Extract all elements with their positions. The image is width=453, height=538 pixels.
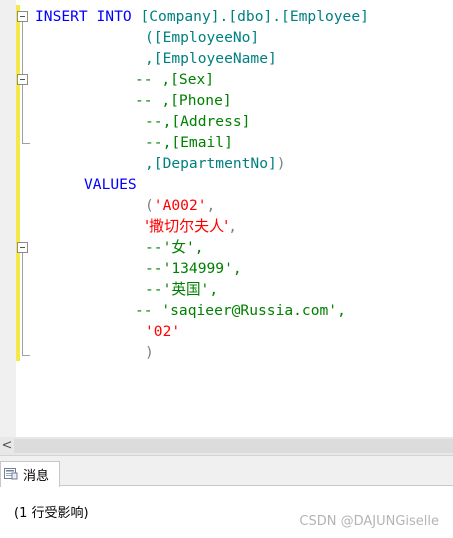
code-line-comment-address: --,[Address] — [145, 113, 251, 130]
code-line-comment-email: --,[Email] — [145, 134, 233, 151]
code-line-comment-phone-value: --'134999', — [145, 260, 242, 277]
code-line-departmentno: ,[DepartmentNo]) — [145, 155, 286, 172]
code-line-value-departmentno: '02' — [145, 323, 181, 340]
code-line-values: VALUES — [84, 176, 137, 193]
editor-gutter — [0, 0, 16, 438]
outline-line — [22, 253, 23, 355]
collapse-toggle-icon[interactable] — [17, 74, 28, 85]
watermark: CSDN @DAJUNGiselle — [299, 514, 439, 529]
messages-icon — [4, 468, 18, 480]
results-tabstrip: 消息 — [0, 456, 453, 487]
tab-messages[interactable]: 消息 — [0, 461, 60, 487]
collapse-toggle-icon[interactable] — [17, 242, 28, 253]
outline-end-marker — [22, 143, 30, 144]
code-line-comment-sex: -- ,[Sex] — [135, 71, 215, 88]
scroll-left-arrow-icon[interactable]: < — [0, 437, 14, 455]
code-line-employeeno: ([EmployeeNo] — [145, 29, 260, 46]
code-line-comment-phone: -- ,[Phone] — [135, 92, 232, 109]
rows-affected-message: (1 行受影响) — [14, 506, 89, 521]
tab-messages-label: 消息 — [23, 469, 50, 484]
outline-end-marker — [22, 355, 30, 356]
outline-line — [22, 22, 23, 74]
collapse-toggle-icon[interactable] — [17, 11, 28, 22]
query-editor[interactable]: INSERT INTO [Company].[dbo].[Employee] (… — [0, 0, 453, 438]
outline-line — [22, 85, 23, 143]
code-line-insert: INSERT INTO [Company].[dbo].[Employee] — [35, 8, 369, 25]
code-line-comment-country: --'英国', — [145, 281, 219, 298]
horizontal-scrollbar[interactable]: < — [0, 437, 453, 455]
results-pane: 消息 (1 行受影响) CSDN @DAJUNGiselle — [0, 455, 453, 538]
code-line-close-paren: ) — [145, 344, 154, 361]
change-indicator-bar — [16, 5, 20, 361]
code-line-value-a002: ('A002', — [145, 197, 216, 214]
scrollbar-track[interactable] — [14, 439, 453, 453]
code-line-employeename: ,[EmployeeName] — [145, 50, 277, 67]
code-line-comment-gender: --'女', — [145, 239, 204, 256]
code-line-comment-email-value: -- 'saqieer@Russia.com', — [135, 302, 346, 319]
code-line-value-name: '撒切尔夫人', — [145, 217, 238, 235]
